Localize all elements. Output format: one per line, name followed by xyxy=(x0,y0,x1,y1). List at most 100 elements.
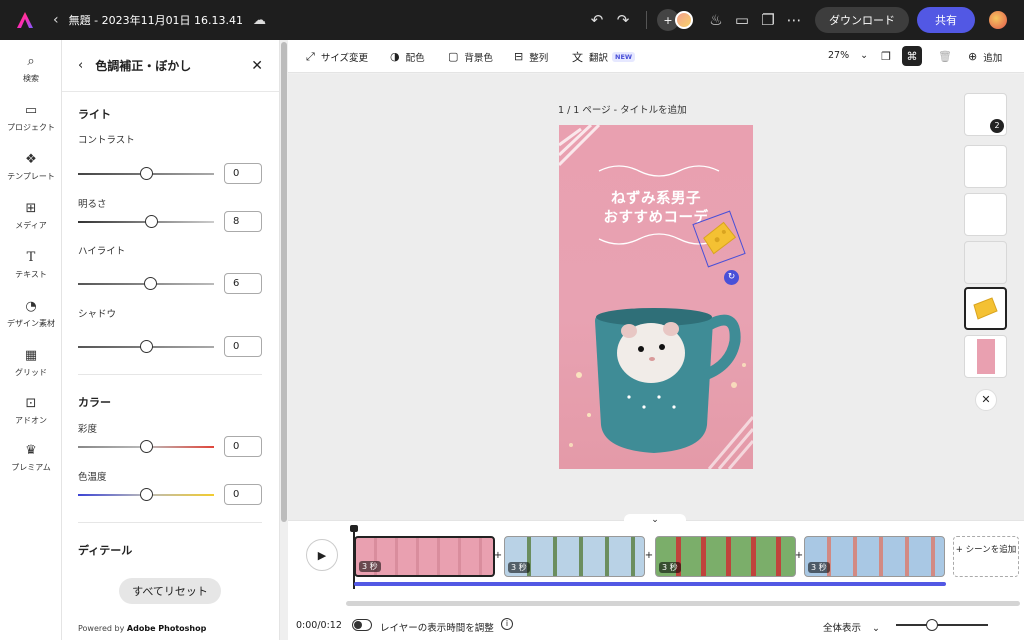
highlight-slider-knob[interactable] xyxy=(143,277,157,290)
add-button[interactable]: ⊕ 追加 xyxy=(968,40,1002,73)
translate-label: 翻訳 xyxy=(589,52,609,64)
panel-close-icon[interactable]: ✕ xyxy=(251,58,263,74)
timeline-clip[interactable]: 3 秒 xyxy=(354,536,495,577)
artboard-thumbnail xyxy=(977,339,995,374)
temperature-slider[interactable] xyxy=(78,488,214,501)
rail-label: 検索 xyxy=(23,74,39,83)
rail-label: プロジェクト xyxy=(7,123,55,132)
rail-item-templates[interactable]: ❖ テンプレート xyxy=(0,152,62,182)
shadow-value[interactable]: 0 xyxy=(224,336,262,357)
timeline-zoom-knob[interactable] xyxy=(926,619,938,631)
layers-icon[interactable]: ❐ xyxy=(876,46,896,66)
add-transition-icon[interactable]: + xyxy=(643,550,655,562)
arrange-button[interactable]: ⊟ 整列 xyxy=(514,40,548,73)
redo-icon[interactable]: ↷ xyxy=(610,11,636,29)
rail-label: メディア xyxy=(15,221,47,230)
layer-thumbnail[interactable] xyxy=(964,335,1007,378)
timeline-clip[interactable]: 3 秒 xyxy=(655,536,796,577)
brightness-slider[interactable] xyxy=(78,215,214,228)
brightness-value[interactable]: 8 xyxy=(224,211,262,232)
adobe-express-logo-icon[interactable] xyxy=(15,10,35,30)
comment-icon[interactable]: ▭ xyxy=(729,11,755,29)
audio-track[interactable] xyxy=(354,582,946,586)
panel-back-icon[interactable]: ‹ xyxy=(78,58,83,73)
shadow-slider-knob[interactable] xyxy=(139,340,153,353)
document-title[interactable]: 無題 - 2023年11月01日 16.13.41 xyxy=(69,12,243,28)
panel-scrollbar-thumb[interactable] xyxy=(281,42,287,522)
share-button[interactable]: 共有 xyxy=(917,7,975,33)
cloud-icon[interactable]: ☁ xyxy=(253,13,266,28)
layer-thumbnail[interactable] xyxy=(964,145,1007,188)
rail-label: プレミアム xyxy=(11,463,51,472)
highlight-slider[interactable] xyxy=(78,277,214,290)
fit-label: 全体表示 xyxy=(823,623,862,634)
page-label[interactable]: 1 / 1 ページ - タイトルを追加 xyxy=(558,102,687,116)
saturation-value[interactable]: 0 xyxy=(224,436,262,457)
layer-thumbnail[interactable] xyxy=(964,241,1007,284)
trash-icon[interactable]: 🗑 xyxy=(935,46,955,66)
layer-thumbnail[interactable] xyxy=(964,193,1007,236)
brightness-slider-knob[interactable] xyxy=(144,215,158,228)
saturation-slider[interactable] xyxy=(78,440,214,453)
contrast-slider-knob[interactable] xyxy=(139,167,153,180)
saturation-slider-knob[interactable] xyxy=(139,440,153,453)
layer-thumbnails: 2 ✕ xyxy=(954,74,1024,520)
folder-icon: ▭ xyxy=(24,103,38,118)
background-button[interactable]: ▢ 背景色 xyxy=(448,40,493,73)
undo-icon[interactable]: ↶ xyxy=(584,11,610,29)
text-icon: T xyxy=(26,250,36,265)
rail-item-search[interactable]: ⌕ 検索 xyxy=(0,54,62,84)
timeline-clip[interactable]: 3 秒 xyxy=(504,536,645,577)
shapes-icon: ◔ xyxy=(25,299,37,314)
animation-icon[interactable]: ⌘ xyxy=(902,46,922,66)
add-transition-icon[interactable]: + xyxy=(492,550,504,562)
rotate-icon[interactable]: ↻ xyxy=(724,270,739,285)
rail-item-premium[interactable]: ♛ プレミアム xyxy=(0,443,62,473)
artboard[interactable]: ねずみ系男子 おすすめコーデ ↻ xyxy=(559,125,753,469)
download-button[interactable]: ダウンロード xyxy=(815,7,909,33)
headline-line-1[interactable]: ねずみ系男子 xyxy=(559,187,753,208)
close-icon[interactable]: ✕ xyxy=(975,389,997,411)
info-icon[interactable]: i xyxy=(501,618,513,630)
temperature-value[interactable]: 0 xyxy=(224,484,262,505)
layer-timing-label: レイヤーの表示時間を調整 xyxy=(380,623,494,634)
rail-label: テンプレート xyxy=(7,172,55,181)
rail-item-grid[interactable]: ▦ グリッド xyxy=(0,348,62,378)
rail-item-projects[interactable]: ▭ プロジェクト xyxy=(0,103,62,133)
translate-button[interactable]: 文翻訳 NEW xyxy=(572,40,636,73)
divider xyxy=(78,522,262,523)
duplicate-icon[interactable]: ❐ xyxy=(755,11,781,29)
lightbulb-icon[interactable]: ♨ xyxy=(703,11,729,29)
collaborator-avatar[interactable] xyxy=(675,11,693,29)
rail-item-media[interactable]: ⊞ メディア xyxy=(0,201,62,231)
panel-scrollbar[interactable] xyxy=(280,40,288,640)
contrast-value[interactable]: 0 xyxy=(224,163,262,184)
user-avatar[interactable] xyxy=(989,11,1007,29)
temperature-slider-knob[interactable] xyxy=(139,488,153,501)
timeline-scrollbar[interactable] xyxy=(346,601,1020,606)
timeline-clip[interactable]: 3 秒 xyxy=(804,536,945,577)
add-scene-button[interactable]: + シーンを追加 xyxy=(953,536,1019,577)
highlight-value[interactable]: 6 xyxy=(224,273,262,294)
rail-item-design-assets[interactable]: ◔ デザイン素材 xyxy=(0,299,62,329)
contrast-slider[interactable] xyxy=(78,167,214,180)
zoom-dropdown[interactable]: 27% ⌄ xyxy=(828,50,868,61)
rail-item-addons[interactable]: ⊡ アドオン xyxy=(0,396,62,426)
template-icon: ❖ xyxy=(25,152,37,167)
back-icon[interactable]: ‹ xyxy=(53,12,59,28)
collapse-timeline-icon[interactable]: ⌄ xyxy=(624,514,686,526)
colors-button[interactable]: ◑ 配色 xyxy=(390,40,425,73)
canvas-area[interactable]: 1 / 1 ページ - タイトルを追加 ねずみ系男子 おすすめコーデ ↻ xyxy=(288,74,954,520)
layer-timing-toggle[interactable] xyxy=(352,619,372,631)
plus-circle-icon: ⊕ xyxy=(968,50,978,63)
layer-thumbnail-selected[interactable] xyxy=(964,287,1007,330)
reset-all-button[interactable]: すべてリセット xyxy=(119,578,221,604)
timeline-zoom-slider[interactable] xyxy=(896,619,988,631)
shadow-slider[interactable] xyxy=(78,340,214,353)
rail-item-text[interactable]: T テキスト xyxy=(0,250,62,280)
play-button[interactable]: ▶ xyxy=(306,539,338,571)
resize-button[interactable]: ⤢ サイズ変更 xyxy=(306,40,368,73)
layer-thumbnail[interactable]: 2 xyxy=(964,93,1007,136)
fit-dropdown[interactable]: 全体表示 ⌄ xyxy=(823,620,880,634)
more-icon[interactable]: ⋯ xyxy=(781,11,807,29)
